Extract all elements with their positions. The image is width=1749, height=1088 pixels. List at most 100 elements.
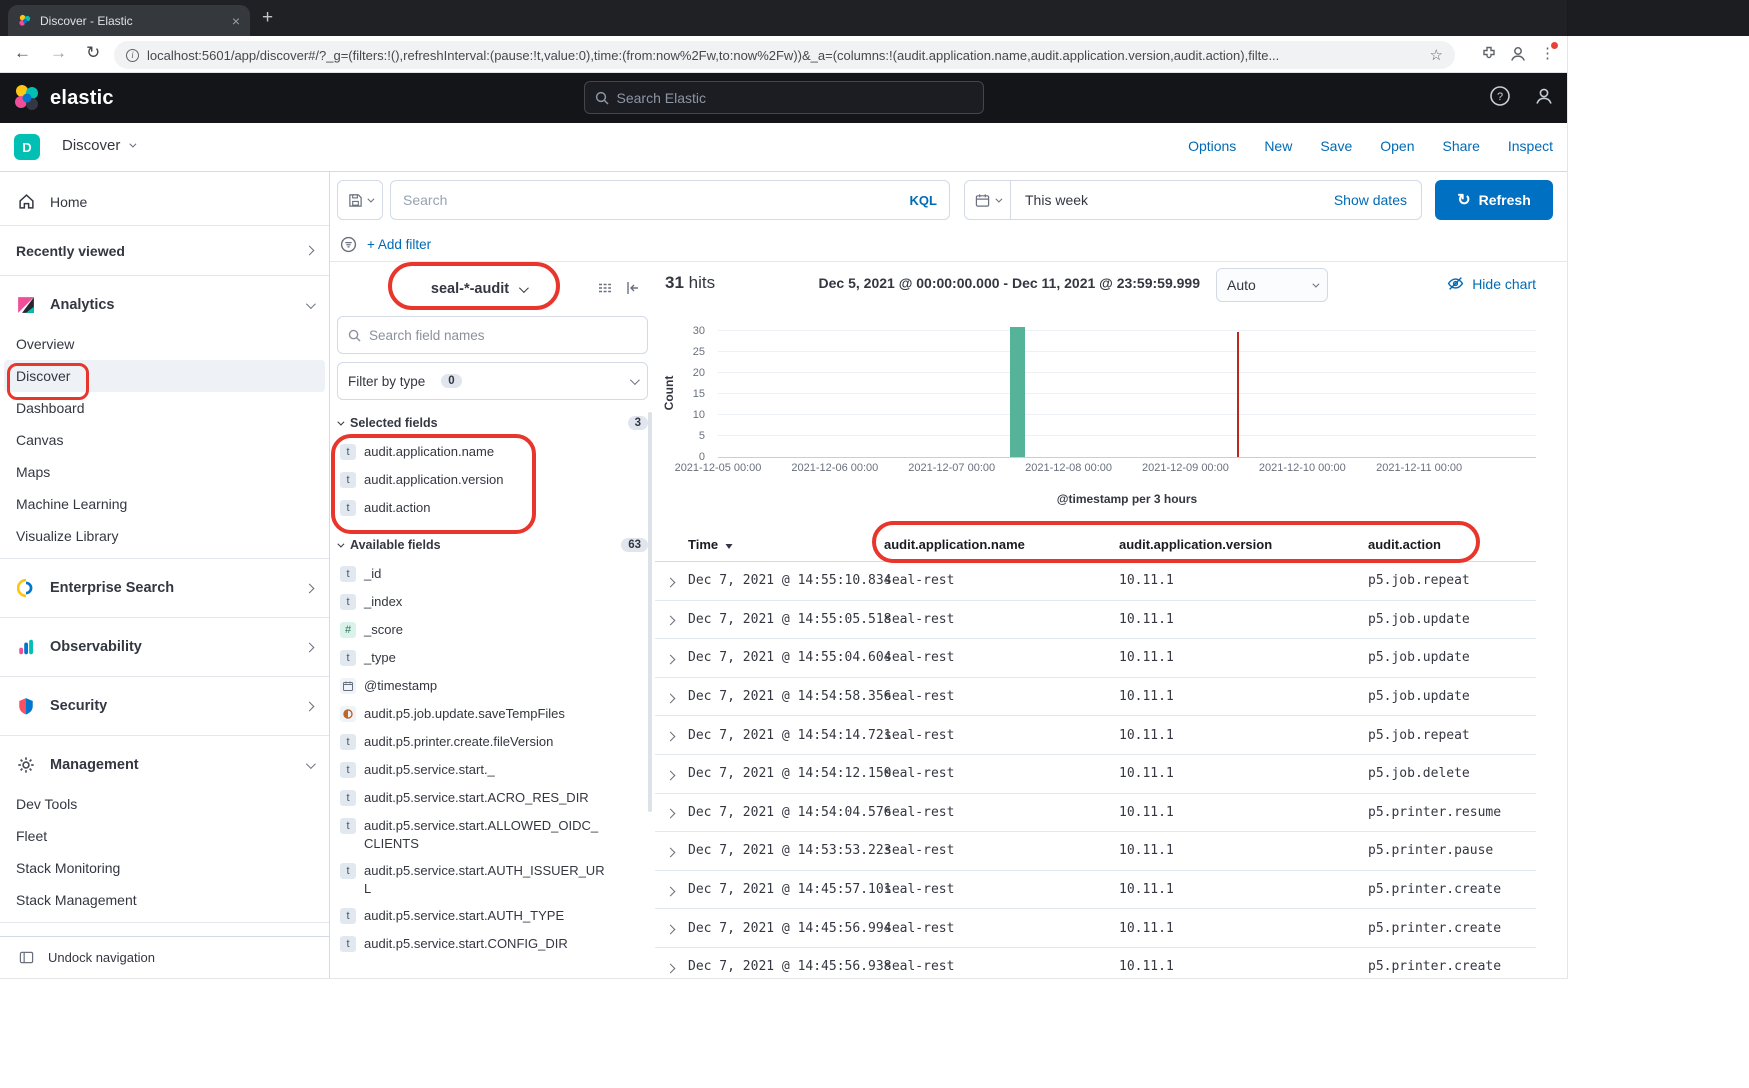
add-filter-button[interactable]: + Add filter	[367, 237, 431, 252]
tab-close-icon[interactable]: ×	[232, 14, 240, 28]
nav-section-observability[interactable]: Observability	[0, 624, 329, 670]
nav-item-visualize-library[interactable]: Visualize Library	[0, 520, 329, 552]
histogram-bar[interactable]	[1010, 327, 1025, 457]
field-list-settings-icon[interactable]	[597, 280, 613, 296]
nav-item-stack-management[interactable]: Stack Management	[0, 884, 329, 916]
space-avatar[interactable]: D	[14, 134, 40, 160]
field-audit.application.version[interactable]: taudit.application.version	[330, 466, 655, 494]
date-quick-select-button[interactable]	[965, 181, 1011, 219]
url-text[interactable]: localhost:5601/app/discover#/?_g=(filter…	[147, 48, 1422, 63]
filter-by-type-dropdown[interactable]: Filter by type 0	[337, 362, 648, 400]
field-audit.p5.service.start.AUTH_TYPE[interactable]: taudit.p5.service.start.AUTH_TYPE	[330, 902, 655, 930]
expand-row-button[interactable]	[655, 611, 688, 627]
refresh-button[interactable]: ↻ Refresh	[1435, 180, 1553, 220]
collapse-sidebar-icon[interactable]	[625, 280, 641, 296]
expand-row-button[interactable]	[655, 727, 688, 743]
nav-item-discover[interactable]: Discover	[4, 360, 325, 392]
nav-item-maps[interactable]: Maps	[0, 456, 329, 488]
saved-query-menu-button[interactable]	[337, 180, 383, 220]
field-audit.p5.service.start.CONFIG_DIR[interactable]: taudit.p5.service.start.CONFIG_DIR	[330, 930, 655, 958]
nav-item-fleet[interactable]: Fleet	[0, 820, 329, 852]
selected-fields-accordion[interactable]: Selected fields 3	[337, 412, 648, 434]
nav-section-analytics[interactable]: Analytics	[0, 282, 329, 328]
expand-row-button[interactable]	[655, 766, 688, 782]
col-audit-application-name[interactable]: audit.application.name	[884, 537, 1119, 552]
query-search-input[interactable]: Search KQL	[390, 180, 950, 220]
query-language-switch[interactable]: KQL	[910, 193, 937, 208]
expand-row-button[interactable]	[655, 573, 688, 589]
field-audit.action[interactable]: taudit.action	[330, 494, 655, 522]
available-fields-accordion[interactable]: Available fields 63	[337, 534, 648, 556]
nav-item-home[interactable]: Home	[0, 178, 329, 226]
field-audit.p5.printer.create.fileVersion[interactable]: taudit.p5.printer.create.fileVersion	[330, 728, 655, 756]
elastic-logo-icon[interactable]	[12, 83, 42, 113]
nav-section-enterprise-search[interactable]: Enterprise Search	[0, 565, 329, 611]
field-_score[interactable]: #_score	[330, 616, 655, 644]
field-audit.p5.service.start.ALLOWED_OIDC_CLIENTS[interactable]: taudit.p5.service.start.ALLOWED_OIDC_CLI…	[330, 812, 655, 857]
tab-favicon-icon	[18, 14, 32, 28]
hide-chart-button[interactable]: Hide chart	[1447, 275, 1536, 292]
col-audit-application-version[interactable]: audit.application.version	[1119, 537, 1368, 552]
time-range-value[interactable]: This week	[1025, 192, 1088, 208]
expand-row-button[interactable]	[655, 650, 688, 666]
col-audit-action[interactable]: audit.action	[1368, 537, 1536, 552]
interval-select[interactable]: Auto	[1216, 268, 1328, 302]
expand-row-button[interactable]	[655, 959, 688, 975]
show-dates-button[interactable]: Show dates	[1334, 192, 1407, 208]
nav-item-stack-monitoring[interactable]: Stack Monitoring	[0, 852, 329, 884]
nav-section-management[interactable]: Management	[0, 742, 329, 788]
browser-tab[interactable]: Discover - Elastic ×	[8, 5, 250, 36]
site-info-icon[interactable]: i	[126, 49, 139, 62]
sidebar-scrollbar[interactable]	[648, 412, 652, 812]
expand-row-button[interactable]	[655, 920, 688, 936]
field-audit.p5.job.update.saveTempFiles[interactable]: audit.p5.job.update.saveTempFiles	[330, 700, 655, 728]
expand-row-button[interactable]	[655, 689, 688, 705]
field-type-icon: t	[340, 500, 356, 516]
browser-profile-icon[interactable]	[1509, 45, 1527, 63]
help-icon[interactable]: ?	[1489, 85, 1511, 107]
nav-item-dev-tools[interactable]: Dev Tools	[0, 788, 329, 820]
forward-icon[interactable]: →	[50, 43, 67, 63]
nav-item-canvas[interactable]: Canvas	[0, 424, 329, 456]
index-pattern-select[interactable]: seal-*-audit	[431, 281, 526, 297]
filter-by-type-label: Filter by type	[348, 374, 425, 389]
menu-inspect[interactable]: Inspect	[1508, 138, 1553, 154]
nav-section-recently-viewed[interactable]: Recently viewed	[0, 226, 329, 276]
field-search-input[interactable]: Search field names	[337, 316, 648, 354]
undock-navigation-button[interactable]: Undock navigation	[0, 936, 329, 978]
sort-desc-icon[interactable]	[724, 540, 734, 550]
reload-icon[interactable]: ↻	[86, 43, 100, 63]
nav-item-dashboard[interactable]: Dashboard	[0, 392, 329, 424]
expand-row-button[interactable]	[655, 882, 688, 898]
nav-item-overview[interactable]: Overview	[0, 328, 329, 360]
back-icon[interactable]: ←	[14, 43, 31, 63]
global-search-input[interactable]: Search Elastic	[584, 81, 984, 114]
breadcrumb[interactable]: Discover	[62, 137, 134, 154]
nav-section-security[interactable]: Security	[0, 683, 329, 729]
menu-open[interactable]: Open	[1380, 138, 1414, 154]
menu-options[interactable]: Options	[1188, 138, 1236, 154]
field-audit.p5.service.start.AUTH_ISSUER_URL[interactable]: taudit.p5.service.start.AUTH_ISSUER_URL	[330, 857, 655, 902]
field-audit.p5.service.start.ACRO_RES_DIR[interactable]: taudit.p5.service.start.ACRO_RES_DIR	[330, 784, 655, 812]
field-audit.p5.service.start._[interactable]: taudit.p5.service.start._	[330, 756, 655, 784]
col-time[interactable]: Time	[688, 537, 884, 552]
filter-icon[interactable]	[340, 236, 357, 253]
menu-new[interactable]: New	[1264, 138, 1292, 154]
field-_type[interactable]: t_type	[330, 644, 655, 672]
field-@timestamp[interactable]: @timestamp	[330, 672, 655, 700]
nav-item-machine-learning[interactable]: Machine Learning	[0, 488, 329, 520]
field-_id[interactable]: t_id	[330, 560, 655, 588]
extensions-puzzle-icon[interactable]	[1481, 46, 1497, 62]
account-settings-icon[interactable]	[1533, 85, 1555, 107]
menu-save[interactable]: Save	[1320, 138, 1352, 154]
menu-share[interactable]: Share	[1443, 138, 1480, 154]
new-tab-button[interactable]: +	[262, 7, 273, 29]
field-audit.application.name[interactable]: taudit.application.name	[330, 438, 655, 466]
bookmark-star-icon[interactable]: ☆	[1430, 46, 1443, 64]
url-bar[interactable]: i localhost:5601/app/discover#/?_g=(filt…	[114, 41, 1455, 69]
histogram-plot[interactable]	[718, 332, 1536, 458]
expand-row-button[interactable]	[655, 843, 688, 859]
expand-row-button[interactable]	[655, 804, 688, 820]
field-_index[interactable]: t_index	[330, 588, 655, 616]
field-name: _score	[364, 621, 607, 639]
